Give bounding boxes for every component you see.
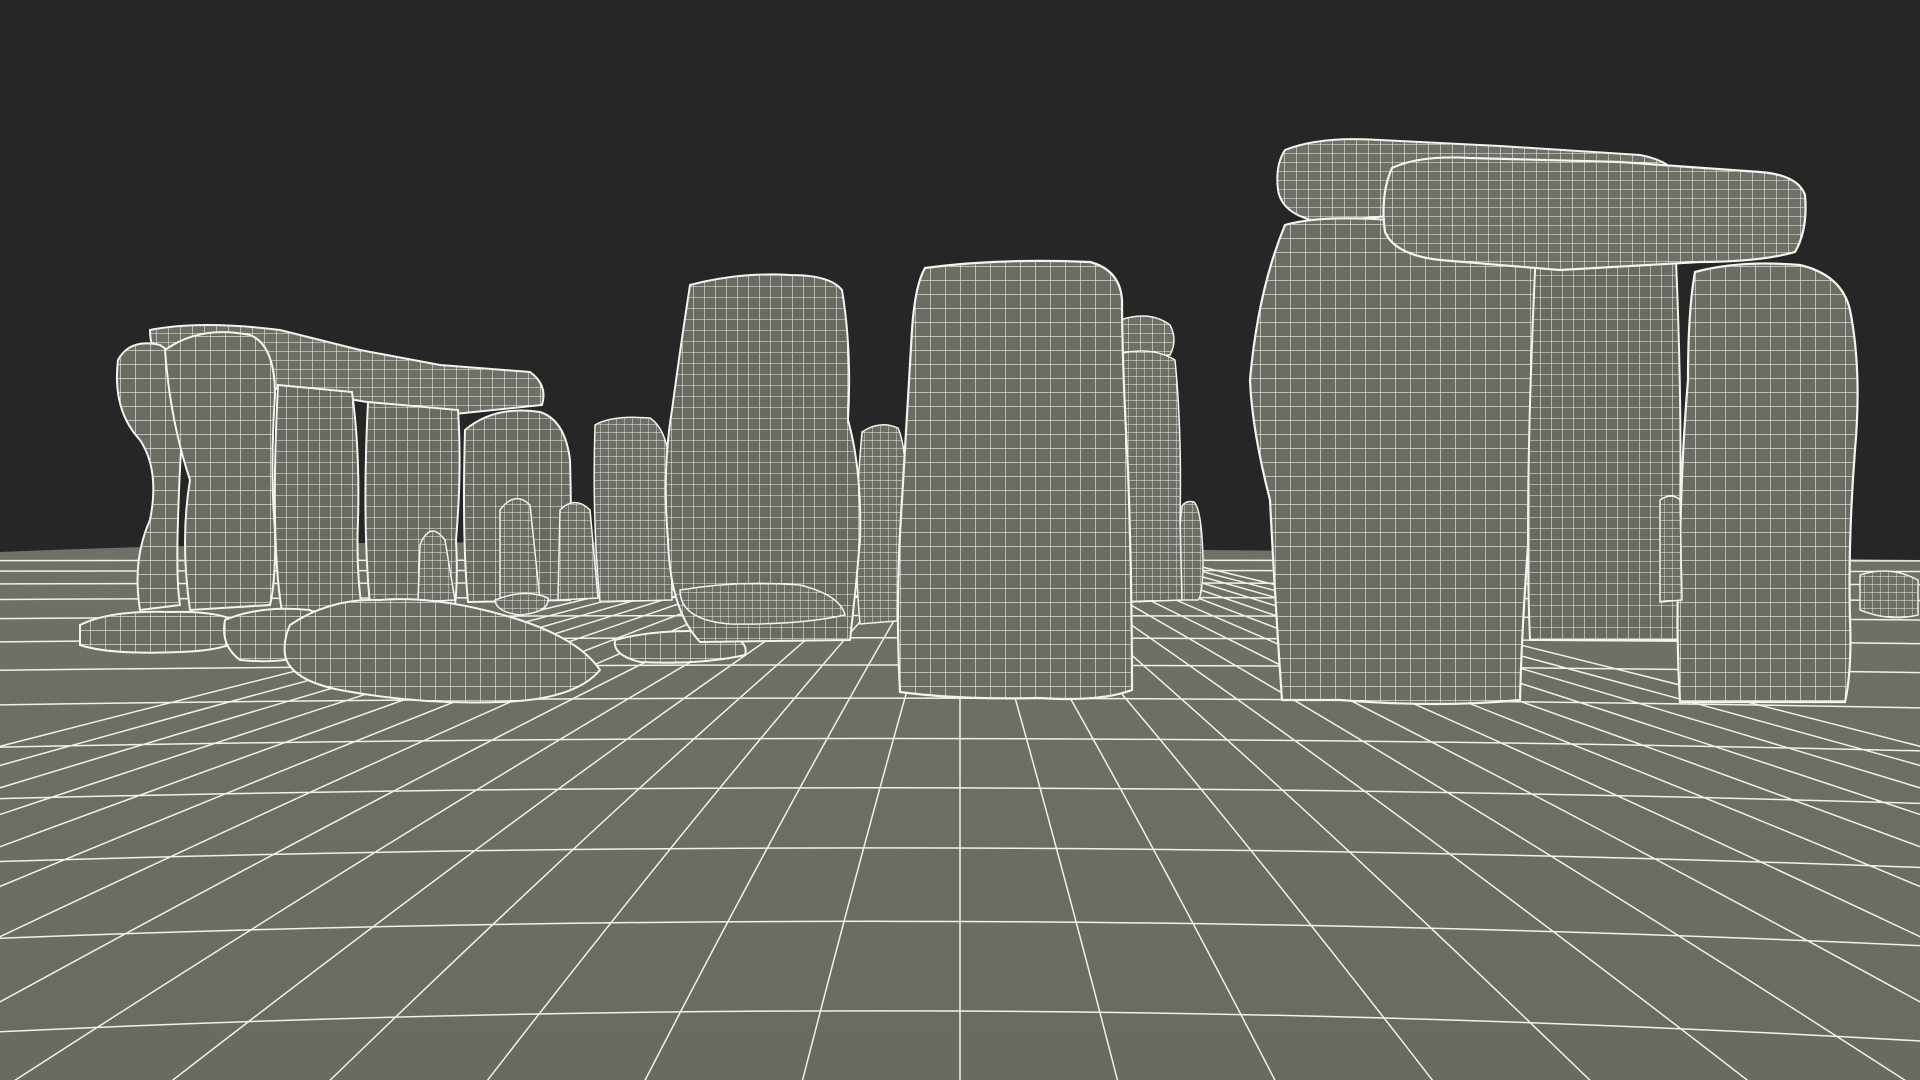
central-upright-stone: [896, 259, 1134, 701]
right-trilithon: [1248, 138, 1859, 706]
render-viewport: [0, 0, 1920, 1080]
wireframe-scene: [0, 0, 1920, 1080]
